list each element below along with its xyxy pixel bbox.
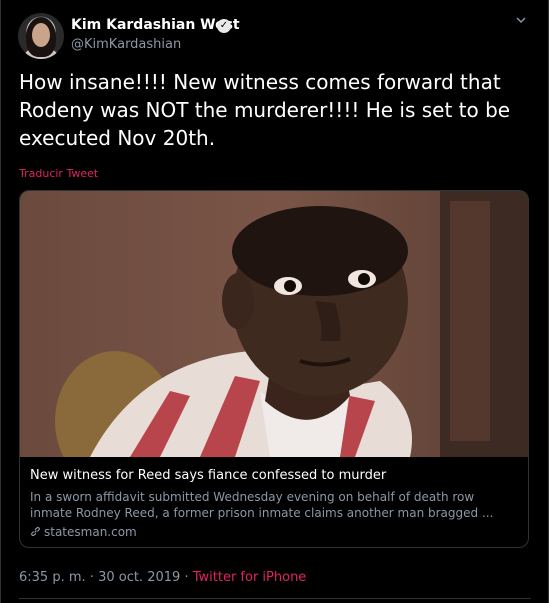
- meta-separator: ·: [184, 570, 189, 585]
- verified-badge-icon: ✓: [217, 19, 231, 33]
- user-handle[interactable]: @KimKardashian: [71, 37, 181, 52]
- card-body: New witness for Reed says fiance confess…: [20, 457, 528, 547]
- user-name[interactable]: Kim Kardashian West: [71, 17, 240, 33]
- avatar-face: [32, 23, 50, 47]
- link-icon: [30, 525, 41, 539]
- tweet-date[interactable]: 30 oct. 2019: [98, 570, 180, 585]
- card-description: In a sworn affidavit submitted Wednesday…: [30, 490, 494, 520]
- divider: [19, 598, 531, 599]
- card-image: [20, 191, 528, 457]
- chevron-down-icon[interactable]: [513, 12, 529, 28]
- translate-tweet-link[interactable]: Traducir Tweet: [19, 167, 98, 180]
- avatar[interactable]: [18, 13, 64, 59]
- tweet-meta: 6:35 p. m. · 30 oct. 2019 · Twitter for …: [19, 570, 306, 585]
- tweet-text: How insane!!!! New witness comes forward…: [19, 70, 511, 150]
- tweet-source[interactable]: Twitter for iPhone: [193, 570, 307, 585]
- card-title[interactable]: New witness for Reed says fiance confess…: [30, 468, 386, 483]
- tweet: Kim Kardashian West ✓ @KimKardashian How…: [0, 0, 549, 603]
- meta-separator: ·: [89, 570, 94, 585]
- tweet-time[interactable]: 6:35 p. m.: [19, 570, 86, 585]
- link-card[interactable]: New witness for Reed says fiance confess…: [19, 190, 529, 548]
- card-domain: statesman.com: [30, 525, 137, 539]
- card-domain-text: statesman.com: [44, 525, 137, 539]
